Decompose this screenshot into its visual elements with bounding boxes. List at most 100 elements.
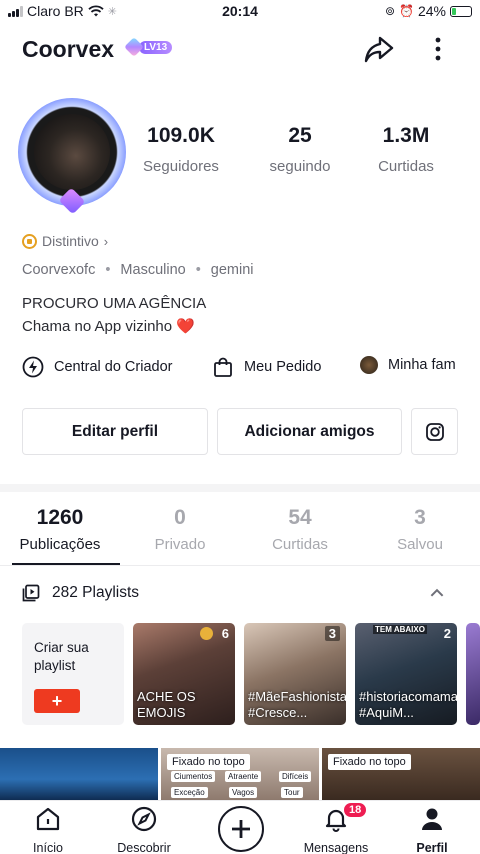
video-sticker-label: Ciumentos bbox=[171, 771, 216, 782]
nav-home-label: Início bbox=[33, 841, 63, 854]
followers-count: 109.0K bbox=[147, 124, 215, 147]
nav-discover-label: Descobrir bbox=[117, 841, 171, 854]
video-sticker-label: Vagos bbox=[229, 787, 258, 798]
family-link[interactable]: Minha fam bbox=[360, 356, 456, 374]
add-friends-button[interactable]: Adicionar amigos bbox=[217, 408, 402, 455]
chevron-up-icon[interactable] bbox=[428, 584, 446, 602]
active-tab-indicator bbox=[12, 563, 120, 565]
playlist-card[interactable]: 6 ACHE OS EMOJIS bbox=[133, 623, 235, 725]
following-label: seguindo bbox=[269, 158, 331, 175]
video-sticker-label: Atraente bbox=[225, 771, 262, 782]
pinned-label: Fixado no topo bbox=[328, 754, 411, 770]
following-count: 25 bbox=[288, 124, 312, 147]
instagram-button[interactable] bbox=[411, 408, 458, 455]
tab-liked-label: Curtidas bbox=[272, 536, 328, 553]
orientation-lock-icon: ⊚ bbox=[384, 4, 396, 18]
playlists-count-label: 282 Playlists bbox=[52, 584, 140, 601]
distintivo-link[interactable]: Distintivo › bbox=[22, 233, 108, 249]
playlist-caption: #MãeFashionista #Cresce... bbox=[248, 689, 346, 720]
playlist-overlay-text: TEM ABAIXO bbox=[373, 625, 427, 634]
my-order-label: Meu Pedido bbox=[244, 359, 322, 375]
separator-dot: • bbox=[195, 262, 201, 278]
lightning-icon bbox=[22, 356, 44, 378]
create-playlist-card[interactable]: Criar sua playlist + bbox=[22, 623, 124, 725]
nav-home[interactable]: Início bbox=[0, 805, 96, 854]
coin-icon bbox=[200, 627, 213, 640]
tab-saved-count: 3 bbox=[414, 506, 426, 529]
stat-followers[interactable]: 109.0K Seguidores bbox=[126, 124, 236, 175]
shopping-bag-icon bbox=[214, 357, 232, 377]
tab-private-count: 0 bbox=[174, 506, 186, 529]
creator-links: Central do Criador Meu Pedido Minha fam bbox=[22, 356, 480, 382]
profile-handle: Coorvexofc bbox=[22, 262, 96, 278]
playlist-caption: ACHE OS EMOJIS bbox=[137, 689, 196, 720]
avatar-photo bbox=[34, 114, 110, 190]
bottom-navigation: Início Descobrir Mensagens 18 Perfil bbox=[0, 800, 480, 854]
chevron-right-icon: › bbox=[103, 233, 109, 249]
stat-likes[interactable]: 1.3M Curtidas bbox=[351, 124, 461, 175]
video-grid: Fixado no topo Ciumentos Atraente Difíce… bbox=[0, 748, 480, 800]
nav-profile[interactable]: Perfil bbox=[384, 805, 480, 854]
playlist-card[interactable]: TEM ABAIXO 2 #historiacomamae #AquiM... bbox=[355, 623, 457, 725]
section-divider bbox=[0, 484, 480, 492]
profile-bio: PROCURO UMA AGÊNCIA Chama no App vizinho… bbox=[22, 292, 206, 338]
profile-username: Coorvex bbox=[22, 36, 115, 62]
likes-label: Curtidas bbox=[378, 158, 434, 175]
nav-messages-label: Mensagens bbox=[303, 841, 369, 854]
status-bar: Claro BR ✳ 20:14 ⊚ ⏰ 24% bbox=[0, 0, 480, 22]
playlist-caption: #historiacomamae #AquiM... bbox=[359, 689, 457, 720]
followers-label: Seguidores bbox=[143, 158, 219, 175]
tab-publications[interactable]: 1260 Publicações bbox=[0, 506, 120, 553]
family-avatar-icon bbox=[360, 356, 378, 374]
nav-discover[interactable]: Descobrir bbox=[96, 805, 192, 854]
avatar[interactable] bbox=[12, 92, 132, 215]
video-thumbnail[interactable]: Fixado no topo Ciumentos Atraente Difíce… bbox=[161, 748, 319, 800]
stat-following[interactable]: 25 seguindo bbox=[245, 124, 355, 175]
status-right: ⊚ ⏰ 24% bbox=[385, 3, 472, 19]
video-thumbnail[interactable] bbox=[0, 748, 158, 800]
share-arrow-icon[interactable] bbox=[362, 32, 396, 66]
gem-icon bbox=[124, 37, 144, 57]
profile-gender: Masculino bbox=[120, 262, 186, 278]
creator-center-link[interactable]: Central do Criador bbox=[22, 356, 172, 378]
tab-saved-label: Salvou bbox=[397, 536, 443, 553]
playlist-card[interactable] bbox=[466, 623, 480, 725]
playlist-count: 3 bbox=[324, 626, 340, 641]
compass-icon bbox=[131, 806, 157, 832]
tab-liked-count: 54 bbox=[288, 506, 312, 529]
more-vertical-icon[interactable] bbox=[428, 32, 448, 66]
profile-icon bbox=[422, 808, 442, 830]
create-playlist-label: Criar sua playlist bbox=[34, 640, 89, 673]
tab-publications-label: Publicações bbox=[19, 536, 101, 553]
video-thumbnail[interactable]: Fixado no topo bbox=[322, 748, 480, 800]
profile-sign: gemini bbox=[210, 262, 254, 278]
family-label: Minha fam bbox=[388, 357, 456, 373]
my-order-link[interactable]: Meu Pedido bbox=[212, 356, 321, 378]
playlists-header[interactable]: 282 Playlists bbox=[22, 582, 458, 604]
instagram-icon bbox=[425, 422, 444, 441]
edit-profile-button[interactable]: Editar perfil bbox=[22, 408, 208, 455]
level-label: LV13 bbox=[139, 40, 173, 54]
battery-percent: 24% bbox=[417, 3, 446, 19]
messages-badge: 18 bbox=[342, 801, 369, 819]
video-sticker-label: Tour bbox=[281, 787, 303, 798]
nav-messages[interactable]: Mensagens bbox=[288, 805, 384, 854]
bio-line-2-text: Chama no App vizinho bbox=[22, 318, 173, 335]
home-icon bbox=[36, 807, 60, 831]
distintivo-label: Distintivo bbox=[42, 233, 99, 249]
playlist-card[interactable]: 3 #MãeFashionista #Cresce... bbox=[244, 623, 346, 725]
creator-center-label: Central do Criador bbox=[54, 359, 173, 375]
create-playlist-button[interactable]: + bbox=[34, 689, 80, 713]
tab-private[interactable]: 0 Privado bbox=[120, 506, 240, 553]
level-badge[interactable]: LV13 bbox=[124, 37, 173, 57]
tab-liked[interactable]: 54 Curtidas bbox=[240, 506, 360, 553]
create-post-button[interactable] bbox=[218, 806, 264, 852]
video-sticker-label: Exceção bbox=[171, 787, 208, 798]
playlist-count: 6 bbox=[221, 626, 229, 641]
plus-icon bbox=[232, 820, 250, 838]
pinned-label: Fixado no topo bbox=[167, 754, 250, 770]
likes-count: 1.3M bbox=[382, 124, 430, 147]
tab-saved[interactable]: 3 Salvou bbox=[360, 506, 480, 553]
bio-line-1: PROCURO UMA AGÊNCIA bbox=[22, 295, 207, 312]
separator-dot: • bbox=[105, 262, 111, 278]
